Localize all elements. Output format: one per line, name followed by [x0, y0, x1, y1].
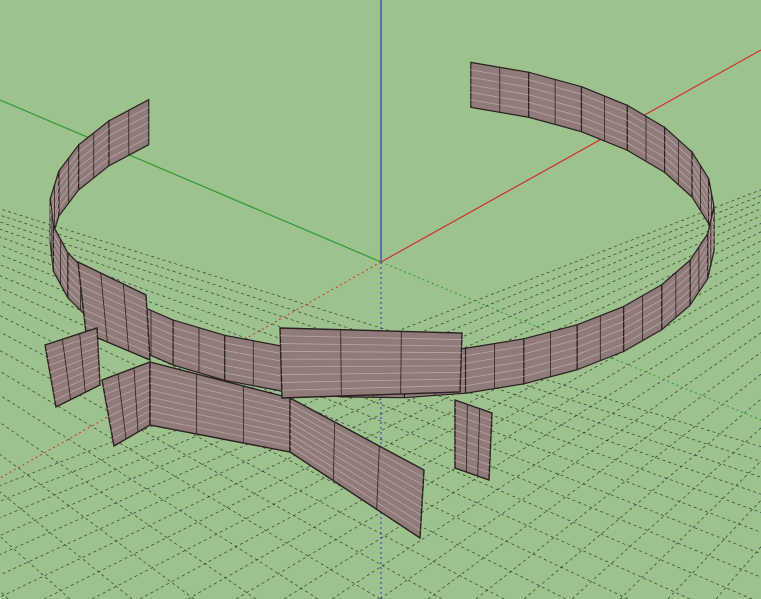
ring-wall-segment[interactable]: [580, 85, 628, 152]
wall-panel-corner-left[interactable]: [101, 360, 151, 448]
grid-line: [0, 331, 505, 599]
ring-wall-segment[interactable]: [661, 258, 691, 332]
grid-line: [283, 299, 761, 599]
ring-wall-segment[interactable]: [108, 98, 150, 167]
wall-panel-left-front[interactable]: [44, 327, 101, 409]
3d-viewport[interactable]: [0, 0, 761, 599]
ring-wall-segment[interactable]: [58, 143, 80, 218]
ring-wall-segment[interactable]: [626, 104, 666, 174]
detached-wall-panels[interactable]: [44, 260, 493, 540]
grid-line: [0, 350, 443, 599]
grid-line: [235, 285, 761, 599]
x-axis-line: [380, 49, 761, 263]
wall-panel-center[interactable]: [279, 327, 463, 399]
ring-wall-segment[interactable]: [523, 323, 578, 385]
grid-line: [187, 272, 761, 599]
wall-panel-front-right[interactable]: [454, 399, 493, 481]
panel-face[interactable]: [101, 360, 151, 448]
grid-line: [0, 536, 71, 599]
ring-wall-segment[interactable]: [528, 71, 583, 133]
ring-wall-segment[interactable]: [689, 231, 709, 308]
ring-wall-segment[interactable]: [464, 338, 525, 394]
ring-wall-segment[interactable]: [664, 125, 693, 199]
grid-line: [0, 590, 9, 599]
panel-face[interactable]: [44, 327, 101, 409]
grid-line: [667, 499, 761, 599]
ring-wall-segment[interactable]: [470, 61, 530, 118]
scene-canvas[interactable]: [0, 0, 761, 599]
ring-wall-segment[interactable]: [77, 119, 110, 192]
